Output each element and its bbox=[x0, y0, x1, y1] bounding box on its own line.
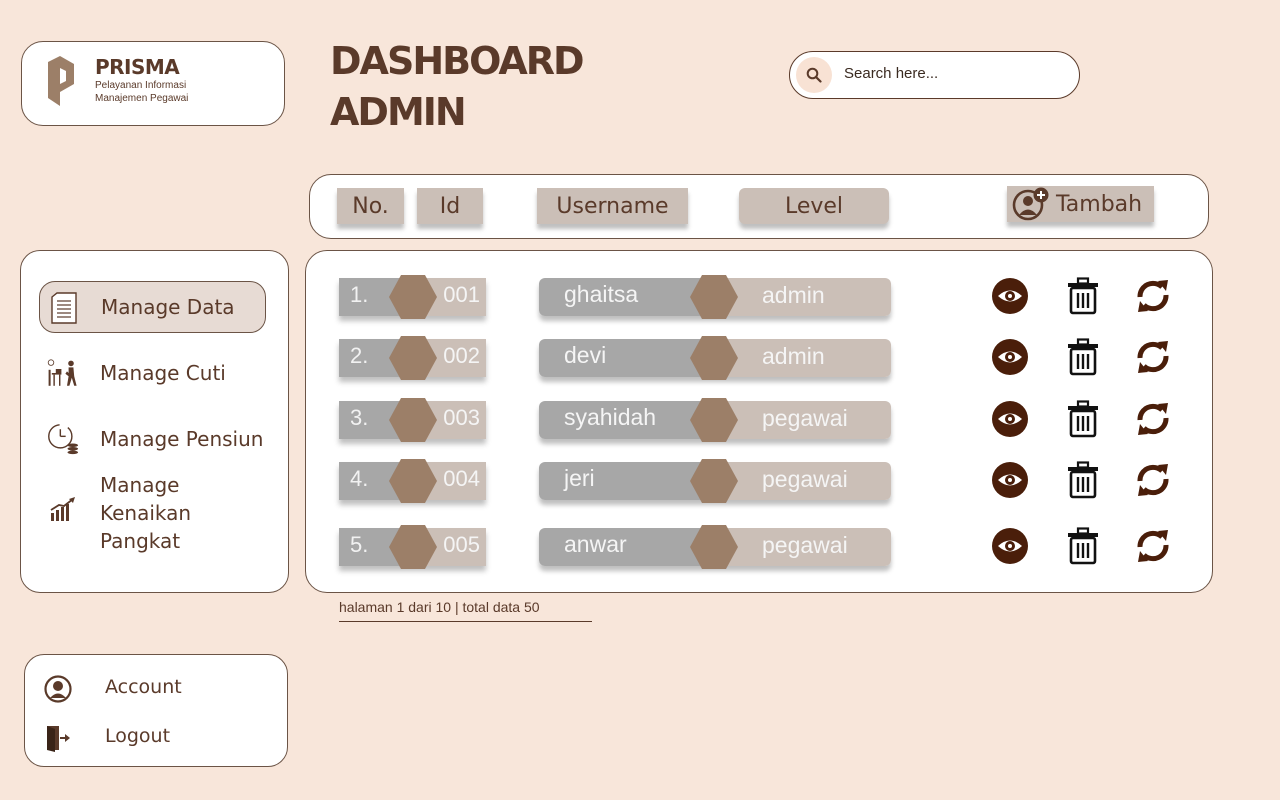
trash-icon bbox=[1068, 338, 1098, 376]
view-button[interactable] bbox=[990, 399, 1030, 439]
refresh-button[interactable] bbox=[1133, 337, 1173, 377]
table-row: 2. 002 devi admin bbox=[306, 336, 1212, 383]
table-header-bar: No. Id Username Level Tambah bbox=[309, 174, 1209, 239]
row-level: pegawai bbox=[762, 405, 848, 431]
row-username: ghaitsa bbox=[564, 281, 639, 307]
leave-icon bbox=[47, 357, 79, 389]
growth-chart-icon bbox=[47, 493, 79, 525]
row-id: 001 bbox=[443, 282, 480, 307]
row-level: admin bbox=[762, 282, 825, 308]
add-user-icon bbox=[1012, 187, 1050, 221]
document-icon bbox=[48, 292, 80, 324]
delete-button[interactable] bbox=[1063, 337, 1103, 377]
trash-icon bbox=[1068, 527, 1098, 565]
search-input[interactable] bbox=[842, 64, 1066, 83]
logo-card: PRISMA Pelayanan Informasi Manajemen Peg… bbox=[21, 41, 285, 126]
row-level: pegawai bbox=[762, 532, 848, 558]
search-icon[interactable] bbox=[796, 57, 832, 93]
view-button[interactable] bbox=[990, 276, 1030, 316]
view-button[interactable] bbox=[990, 526, 1030, 566]
logout-label: Logout bbox=[105, 725, 171, 747]
refresh-button[interactable] bbox=[1133, 399, 1173, 439]
refresh-icon bbox=[1137, 403, 1169, 435]
refresh-button[interactable] bbox=[1133, 460, 1173, 500]
refresh-icon bbox=[1137, 341, 1169, 373]
row-number: 5. bbox=[350, 532, 369, 557]
row-level: admin bbox=[762, 343, 825, 369]
sidebar: Manage Data Manage Cuti Manage Pensiun M… bbox=[20, 250, 289, 593]
sidebar-item-manage-pensiun[interactable]: Manage Pensiun bbox=[39, 413, 266, 465]
clock-coins-icon bbox=[47, 423, 79, 455]
view-button[interactable] bbox=[990, 337, 1030, 377]
page-title-line1: DASHBOARD bbox=[330, 39, 585, 83]
row-username: syahidah bbox=[564, 404, 657, 430]
eye-icon bbox=[992, 462, 1028, 498]
user-table: 1. 001 ghaitsa admin 2. 002 devi admin 3… bbox=[305, 250, 1213, 593]
delete-button[interactable] bbox=[1063, 276, 1103, 316]
eye-icon bbox=[992, 401, 1028, 437]
account-link[interactable]: Account bbox=[43, 673, 263, 705]
row-number: 1. bbox=[350, 282, 369, 307]
row-username: devi bbox=[564, 342, 607, 368]
table-row: 5. 005 anwar pegawai bbox=[306, 525, 1212, 572]
trash-icon bbox=[1068, 277, 1098, 315]
page-title: DASHBOARD ADMIN bbox=[330, 36, 585, 138]
column-header-id: Id bbox=[417, 188, 483, 224]
refresh-icon bbox=[1137, 280, 1169, 312]
brand-subtitle-line2: Manajemen Pegawai bbox=[95, 93, 189, 104]
row-username: anwar bbox=[564, 531, 627, 557]
sidebar-item-manage-cuti[interactable]: Manage Cuti bbox=[39, 347, 266, 399]
pagination-info: halaman 1 dari 10 | total data 50 bbox=[339, 599, 592, 622]
prisma-logo-icon bbox=[48, 56, 74, 106]
trash-icon bbox=[1068, 400, 1098, 438]
column-header-username: Username bbox=[537, 188, 688, 224]
logout-door-icon bbox=[43, 724, 73, 752]
row-number: 3. bbox=[350, 405, 369, 430]
sidebar-item-label: Manage Cuti bbox=[100, 361, 226, 385]
page-title-line2: ADMIN bbox=[330, 90, 467, 134]
brand-subtitle-line1: Pelayanan Informasi bbox=[95, 80, 187, 91]
row-id: 005 bbox=[443, 532, 480, 557]
column-header-no: No. bbox=[337, 188, 404, 224]
refresh-button[interactable] bbox=[1133, 276, 1173, 316]
user-circle-icon bbox=[43, 675, 73, 703]
column-header-level: Level bbox=[739, 188, 889, 224]
sidebar-item-label: Manage Data bbox=[101, 295, 235, 319]
table-row: 4. 004 jeri pegawai bbox=[306, 459, 1212, 506]
eye-icon bbox=[992, 528, 1028, 564]
account-card: Account Logout bbox=[24, 654, 288, 767]
row-level: pegawai bbox=[762, 466, 848, 492]
delete-button[interactable] bbox=[1063, 399, 1103, 439]
sidebar-item-manage-kenaikan-pangkat[interactable]: Manage Kenaikan Pangkat bbox=[39, 473, 266, 553]
table-row: 1. 001 ghaitsa admin bbox=[306, 275, 1212, 322]
brand-name: PRISMA bbox=[95, 55, 180, 79]
trash-icon bbox=[1068, 461, 1098, 499]
table-row: 3. 003 syahidah pegawai bbox=[306, 398, 1212, 445]
view-button[interactable] bbox=[990, 460, 1030, 500]
row-username: jeri bbox=[564, 465, 595, 491]
sidebar-item-label: Manage Kenaikan Pangkat bbox=[100, 473, 192, 553]
row-id: 003 bbox=[443, 405, 480, 430]
refresh-button[interactable] bbox=[1133, 526, 1173, 566]
eye-icon bbox=[992, 278, 1028, 314]
row-id: 002 bbox=[443, 343, 480, 368]
delete-button[interactable] bbox=[1063, 526, 1103, 566]
account-label: Account bbox=[105, 676, 182, 698]
sidebar-item-label: Manage Pensiun bbox=[100, 427, 264, 451]
add-user-button[interactable]: Tambah bbox=[1007, 186, 1154, 222]
row-id: 004 bbox=[443, 466, 480, 491]
search-box[interactable] bbox=[789, 51, 1080, 99]
add-user-label: Tambah bbox=[1056, 191, 1143, 217]
refresh-icon bbox=[1137, 530, 1169, 562]
eye-icon bbox=[992, 339, 1028, 375]
row-number: 2. bbox=[350, 343, 369, 368]
sidebar-item-manage-data[interactable]: Manage Data bbox=[39, 281, 266, 333]
refresh-icon bbox=[1137, 464, 1169, 496]
row-number: 4. bbox=[350, 466, 369, 491]
logout-button[interactable]: Logout bbox=[43, 722, 263, 754]
delete-button[interactable] bbox=[1063, 460, 1103, 500]
